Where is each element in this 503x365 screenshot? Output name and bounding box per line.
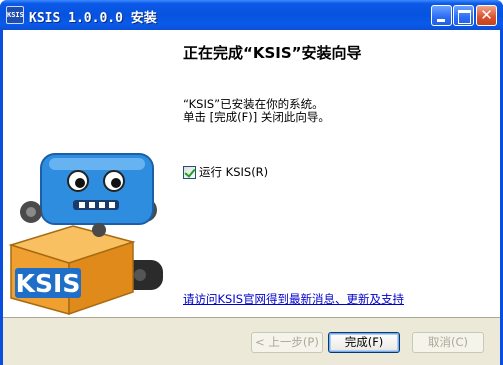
installer-window: KSIS KSIS 1.0.0.0 安装 ✕ KSIS 正在完成“KSIS”安装… xyxy=(0,0,503,365)
run-app-option[interactable]: 运行 KSIS(R) xyxy=(183,164,268,180)
back-button[interactable]: < 上一步(P) xyxy=(251,332,323,353)
robot-mascot-icon: KSIS xyxy=(8,153,163,316)
cancel-button[interactable]: 取消(C) xyxy=(412,332,484,353)
run-app-checkbox[interactable] xyxy=(183,165,196,179)
window-title: KSIS 1.0.0.0 安装 xyxy=(29,11,157,26)
finish-instruction: 单击 [完成(F)] 关闭此向导。 xyxy=(183,110,330,124)
button-bar: < 上一步(P) 完成(F) 取消(C) xyxy=(3,317,500,365)
title-bar[interactable]: KSIS KSIS 1.0.0.0 安装 ✕ xyxy=(0,0,503,30)
page-title: 正在完成“KSIS”安装向导 xyxy=(183,44,362,62)
app-icon: KSIS xyxy=(6,6,24,24)
close-icon: ✕ xyxy=(480,6,493,24)
finish-button[interactable]: 完成(F) xyxy=(328,332,400,353)
minimize-button[interactable] xyxy=(431,5,452,26)
wizard-page: KSIS 正在完成“KSIS”安装向导 “KSIS”已安装在你的系统。 单击 [… xyxy=(3,30,500,365)
run-app-label[interactable]: 运行 KSIS(R) xyxy=(199,164,268,180)
support-link[interactable]: 请访问KSIS官网得到最新消息、更新及支持 xyxy=(183,291,404,307)
robot-illustration: KSIS xyxy=(3,30,167,317)
maximize-button[interactable] xyxy=(453,5,474,26)
box-label: KSIS xyxy=(16,269,81,298)
close-button[interactable]: ✕ xyxy=(476,5,497,26)
